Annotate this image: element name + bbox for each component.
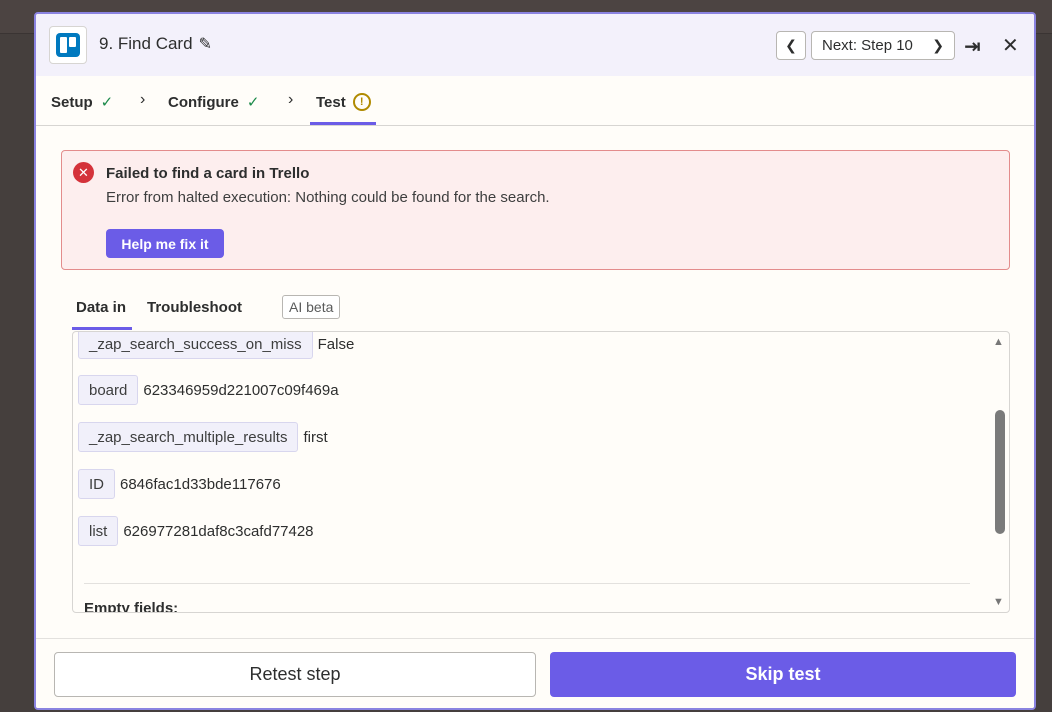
field-value: False: [317, 335, 355, 353]
subtab-troubleshoot[interactable]: Troubleshoot: [147, 299, 242, 316]
close-icon[interactable]: ✕: [1002, 33, 1019, 58]
tab-configure-label: Configure: [168, 93, 239, 111]
list-item: board 623346959d221007c09f469a: [78, 375, 339, 405]
list-item: list 626977281daf8c3cafd77428: [78, 516, 314, 546]
scroll-down-arrow-icon[interactable]: ▼: [993, 596, 1004, 608]
list-item: _zap_search_multiple_results first: [78, 422, 328, 452]
help-me-fix-button[interactable]: Help me fix it: [106, 229, 224, 258]
step-tabs: Setup ✓ › Configure ✓ › Test !: [36, 76, 1034, 126]
check-icon: ✓: [100, 94, 114, 111]
chevron-right-icon: ❯: [932, 37, 944, 53]
field-key: _zap_search_success_on_miss: [78, 332, 313, 359]
active-subtab-indicator: [72, 327, 132, 330]
scroll-up-arrow-icon[interactable]: ▲: [993, 336, 1004, 348]
tab-test-label: Test: [316, 93, 346, 111]
ai-beta-badge: AI beta: [282, 295, 341, 319]
tab-test[interactable]: Test !: [316, 93, 371, 111]
field-key: _zap_search_multiple_results: [78, 422, 299, 452]
subtab-data-in[interactable]: Data in: [76, 299, 126, 316]
retest-step-button[interactable]: Retest step: [54, 652, 536, 697]
error-icon: ✕: [73, 162, 94, 183]
field-value: 626977281daf8c3cafd77428: [123, 522, 314, 540]
tab-setup[interactable]: Setup ✓: [51, 93, 114, 112]
panel-header: 9. Find Card ✎ ❮ Next: Step 10 ❯ ⇥ ✕: [36, 14, 1034, 76]
tab-configure[interactable]: Configure ✓: [168, 93, 260, 112]
tab-setup-label: Setup: [51, 93, 93, 111]
previous-step-button[interactable]: ❮: [776, 31, 806, 60]
skip-test-button[interactable]: Skip test: [550, 652, 1016, 697]
field-value: 623346959d221007c09f469a: [143, 381, 339, 399]
field-key: board: [78, 375, 139, 405]
field-value: first: [303, 428, 328, 446]
list-item: _zap_search_success_on_miss False: [78, 332, 355, 359]
error-alert: ✕ Failed to find a card in Trello Error …: [61, 150, 1010, 270]
chevron-right-icon: ›: [140, 91, 146, 108]
step-title-text: 9. Find Card: [99, 34, 193, 53]
error-message: Error from halted execution: Nothing cou…: [106, 189, 550, 206]
data-in-panel[interactable]: _zap_search_success_on_miss False board …: [72, 331, 1010, 613]
panel-footer: Retest step Skip test: [36, 638, 1034, 708]
next-step-label: Next: Step 10: [822, 37, 913, 54]
empty-fields-label: Empty fields:: [84, 600, 179, 613]
scrollbar-thumb[interactable]: [995, 410, 1005, 534]
app-icon-container: [49, 26, 87, 64]
field-value: 6846fac1d33bde117676: [120, 475, 281, 493]
warning-icon: !: [352, 93, 371, 111]
field-key: ID: [78, 469, 115, 499]
check-icon: ✓: [246, 94, 260, 111]
trello-icon: [56, 33, 80, 57]
chevron-left-icon: ❮: [785, 37, 797, 53]
step-panel: 9. Find Card ✎ ❮ Next: Step 10 ❯ ⇥ ✕ Set…: [34, 12, 1036, 710]
list-item: ID 6846fac1d33bde117676: [78, 469, 281, 499]
step-title[interactable]: 9. Find Card ✎: [99, 34, 212, 54]
field-key: list: [78, 516, 119, 546]
active-tab-indicator: [310, 122, 376, 125]
pencil-icon[interactable]: ✎: [199, 34, 212, 54]
expand-panel-icon[interactable]: ⇥: [964, 34, 981, 59]
error-title: Failed to find a card in Trello: [106, 165, 310, 182]
divider: [84, 583, 970, 584]
chevron-right-icon: ›: [288, 91, 294, 108]
next-step-button[interactable]: Next: Step 10 ❯: [811, 31, 955, 60]
